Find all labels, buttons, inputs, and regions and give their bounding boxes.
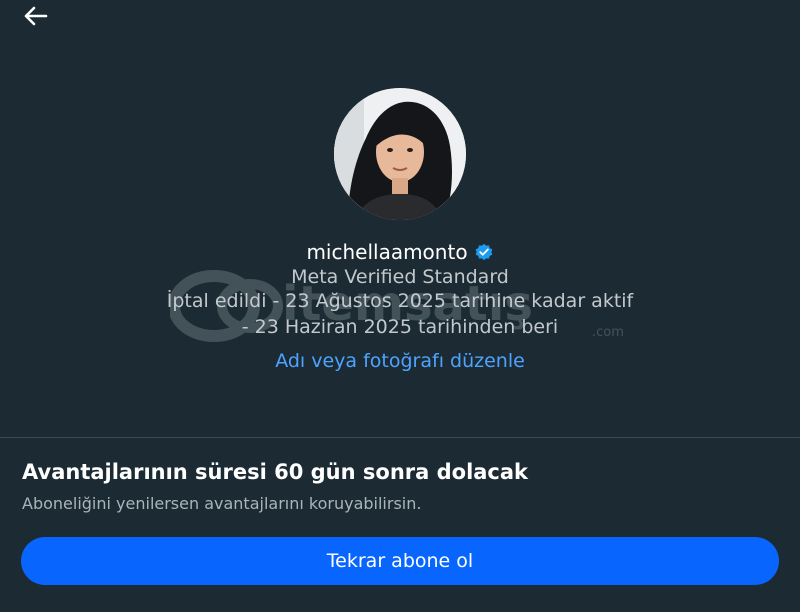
username-row: michellaamonto	[0, 240, 800, 264]
expiry-subtitle: Aboneliğini yenilersen avantajlarını kor…	[22, 494, 422, 513]
edit-name-photo-link[interactable]: Adı veya fotoğrafı düzenle	[0, 350, 800, 372]
divider	[0, 437, 800, 438]
arrow-left-icon	[24, 6, 48, 26]
resubscribe-button-label: Tekrar abone ol	[326, 550, 474, 572]
avatar[interactable]	[334, 88, 466, 220]
subscription-plan: Meta Verified Standard	[291, 266, 509, 288]
expiry-title: Avantajlarının süresi 60 gün sonra dolac…	[22, 460, 529, 484]
resubscribe-button[interactable]: Tekrar abone ol	[21, 537, 779, 585]
back-button[interactable]	[20, 4, 50, 28]
verified-badge-icon	[475, 243, 492, 261]
username: michellaamonto	[306, 240, 468, 264]
status-line-2: - 23 Haziran 2025 tarihinden beri	[241, 316, 559, 338]
status-line-1: İptal edildi - 23 Ağustos 2025 tarihine …	[166, 290, 634, 312]
profile-photo	[334, 88, 466, 220]
